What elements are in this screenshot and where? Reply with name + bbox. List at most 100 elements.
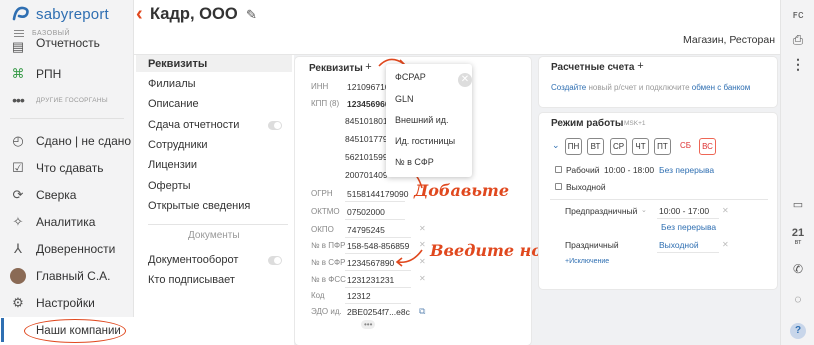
section-description[interactable]: Описание <box>148 98 199 110</box>
timezone-label: MSK+1 <box>624 120 646 127</box>
day-fri[interactable]: ПТ <box>654 138 671 155</box>
analytics-icon: ✧ <box>12 214 24 229</box>
dropdown-item-gln[interactable]: GLN <box>395 94 414 104</box>
sidebar-item-rpn[interactable]: ⌘ РПН <box>0 62 134 86</box>
logo-icon <box>12 6 29 21</box>
chat-icon[interactable]: ◌ <box>781 292 814 306</box>
documents-group-label: Документы <box>188 230 240 241</box>
note-icon[interactable]: ▭ <box>781 198 814 211</box>
okpo-label: ОКПО <box>311 225 334 234</box>
add-exception-link[interactable]: +Исключение <box>565 258 609 265</box>
ogrn-label: ОГРН <box>311 189 333 198</box>
sidebar-item-trusts[interactable]: ⅄ Доверенности <box>0 237 134 261</box>
accounts-title: Расчетные счета <box>551 62 635 73</box>
left-sidebar: sabyreport БАЗОВЫЙ ▤ Отчетность ⌘ РПН ••… <box>0 0 134 345</box>
check-circle-icon: ◴ <box>12 133 24 148</box>
requisite-type-dropdown: ФСРАР GLN Внешний ид. Ид. гостиницы № в … <box>386 64 472 177</box>
hint-add: Добавьте <box>414 181 509 200</box>
sidebar-item-submitted[interactable]: ◴ Сдано | не сдано <box>0 129 134 153</box>
divider <box>148 224 288 225</box>
more-vertical-icon[interactable]: ⋮ <box>781 56 814 73</box>
create-account-link[interactable]: Создайте <box>551 83 586 92</box>
base-label[interactable]: БАЗОВЫЙ <box>14 30 70 37</box>
section-licenses[interactable]: Лицензии <box>148 159 197 171</box>
preholiday-break-link[interactable]: Без перерыва <box>661 222 716 232</box>
preholiday-time[interactable]: 10:00 - 17:00 <box>659 206 709 216</box>
add-account-icon[interactable]: + <box>635 61 646 72</box>
reporting-toggle[interactable] <box>268 121 282 130</box>
day-tue[interactable]: ВТ <box>587 138 604 155</box>
sidebar-item-what-to-submit[interactable]: ☑ Что сдавать <box>0 156 134 180</box>
trust-icon: ⅄ <box>14 241 22 256</box>
requisites-title: Реквизиты <box>309 63 363 74</box>
dropdown-item-sfr[interactable]: № в СФР <box>395 157 434 167</box>
chevron-down-icon[interactable]: ⌄ <box>641 206 647 214</box>
font-icon[interactable]: ꜰc <box>781 8 814 21</box>
logo[interactable]: sabyreport <box>12 5 109 23</box>
workday-break-link[interactable]: Без перерыва <box>659 165 714 175</box>
back-arrow-icon[interactable]: ‹ <box>136 3 143 26</box>
company-category[interactable]: Магазин, Ресторан <box>683 34 775 46</box>
bank-exchange-link[interactable]: обмен с банком <box>692 83 750 92</box>
more-button[interactable]: ••• <box>361 320 376 329</box>
weekend-checkbox[interactable] <box>555 183 562 190</box>
edo-label: ЭДО ид. <box>311 307 342 316</box>
sidebar-item-settings[interactable]: ⚙ Настройки <box>0 291 134 315</box>
holiday-value[interactable]: Выходной <box>659 240 699 250</box>
sidebar-item-profile[interactable]: Главный С.А. <box>0 264 134 288</box>
close-icon[interactable]: ✕ <box>458 73 472 87</box>
holiday-label: Праздничный <box>565 240 619 250</box>
day-sun[interactable]: ВС <box>699 138 716 155</box>
section-branches[interactable]: Филиалы <box>148 78 196 90</box>
section-open-info[interactable]: Открытые сведения <box>148 200 250 212</box>
workday-time[interactable]: 10:00 - 18:00 <box>604 165 654 175</box>
edit-icon[interactable]: ✎ <box>246 7 257 23</box>
sections-nav: Реквизиты Филиалы Описание Сдача отчетно… <box>134 55 294 345</box>
edo-value[interactable]: 2BE0254f7...e8c <box>347 307 410 317</box>
sidebar-other-orgs[interactable]: ••• ДРУГИЕ ГОСОРГАНЫ <box>0 90 134 110</box>
workday-label: Рабочий <box>566 165 600 175</box>
sidebar-item-analytics[interactable]: ✧ Аналитика <box>0 210 134 234</box>
dropdown-item-hotel-id[interactable]: Ид. гостиницы <box>395 136 455 146</box>
avatar <box>10 268 26 284</box>
workday-checkbox[interactable] <box>555 166 562 173</box>
day-sat[interactable]: СБ <box>677 138 694 155</box>
compare-icon: ⟳ <box>12 187 24 202</box>
help-icon[interactable]: ? <box>781 322 814 339</box>
code-label: Код <box>311 291 325 300</box>
menu-icon <box>14 30 24 37</box>
printer-icon[interactable]: ⎙ <box>781 32 814 48</box>
weekend-label: Выходной <box>566 182 606 192</box>
oktmo-label: ОКТМО <box>311 207 340 216</box>
dropdown-item-external-id[interactable]: Внешний ид. <box>395 115 449 125</box>
chevron-down-icon[interactable]: ⌄ <box>552 140 560 151</box>
pfr-label: № в ПФР <box>311 241 346 250</box>
highlight-ellipse <box>24 319 126 343</box>
copy-icon[interactable]: ⧉ <box>419 306 425 317</box>
day-thu[interactable]: ЧТ <box>632 138 649 155</box>
section-doc-flow[interactable]: Документооборот <box>148 254 238 266</box>
divider <box>10 118 124 119</box>
section-reporting[interactable]: Сдача отчетности <box>148 119 239 131</box>
rpn-icon: ⌘ <box>11 66 25 81</box>
day-wed[interactable]: СР <box>610 138 627 155</box>
section-requisites[interactable]: Реквизиты <box>148 58 207 70</box>
section-employees[interactable]: Сотрудники <box>148 139 208 151</box>
code-value[interactable]: 12312 <box>347 291 371 301</box>
section-offers[interactable]: Оферты <box>148 180 191 192</box>
phone-icon[interactable]: ✆ <box>781 262 814 276</box>
dropdown-item-fsrar[interactable]: ФСРАР <box>395 72 426 82</box>
clear-icon[interactable]: ✕ <box>722 240 729 249</box>
day-mon[interactable]: ПН <box>565 138 582 155</box>
divider <box>550 199 768 200</box>
calendar-icon[interactable]: 21 вт <box>781 228 814 248</box>
doc-flow-toggle[interactable] <box>268 256 282 265</box>
sidebar-item-reconciliation[interactable]: ⟳ Сверка <box>0 183 134 207</box>
section-signers[interactable]: Кто подписывает <box>148 274 235 286</box>
sfr-label: № в СФР <box>311 258 346 267</box>
field-underline <box>657 218 719 219</box>
clear-icon[interactable]: ✕ <box>722 206 729 215</box>
page-title: Кадр, ООО <box>150 5 238 23</box>
sidebar-item-reporting[interactable]: ▤ Отчетность <box>0 38 134 56</box>
checklist-icon: ☑ <box>12 160 24 175</box>
